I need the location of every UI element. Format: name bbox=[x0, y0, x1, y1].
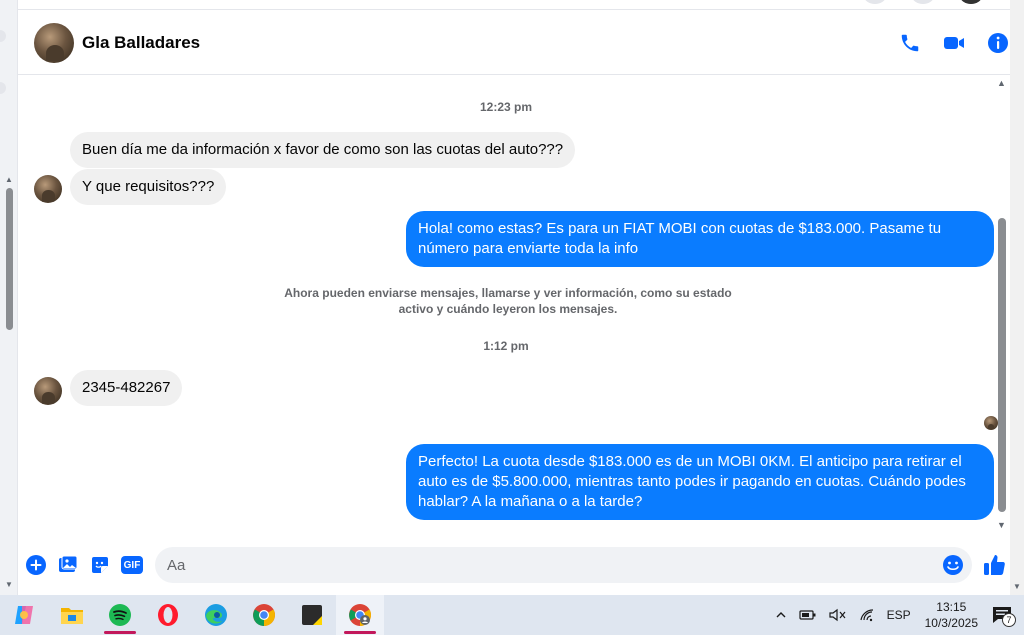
sender-avatar[interactable] bbox=[34, 175, 62, 203]
chevron-up-icon[interactable] bbox=[775, 609, 787, 621]
page-scroll-up-arrow[interactable]: ▲ bbox=[5, 175, 13, 184]
sender-avatar[interactable] bbox=[34, 377, 62, 405]
window-scrollbar[interactable]: ▼ bbox=[1010, 0, 1024, 595]
top-strip bbox=[18, 0, 1024, 10]
outgoing-message[interactable]: Perfecto! La cuota desde $183.000 es de … bbox=[406, 444, 994, 520]
window-scroll-down-arrow[interactable]: ▼ bbox=[1013, 582, 1021, 591]
message-timestamp: 12:23 pm bbox=[479, 100, 533, 114]
contact-avatar[interactable] bbox=[34, 22, 74, 63]
thumbs-up-icon[interactable] bbox=[982, 552, 1008, 578]
chrome-icon[interactable] bbox=[240, 595, 288, 635]
spotify-icon[interactable] bbox=[96, 595, 144, 635]
info-icon[interactable] bbox=[986, 31, 1010, 55]
clock-date: 10/3/2025 bbox=[924, 616, 978, 630]
nav-dot bbox=[0, 30, 6, 42]
notification-count-badge: 7 bbox=[1002, 613, 1016, 627]
phone-icon[interactable] bbox=[898, 31, 922, 55]
chat-scroll-down-arrow[interactable]: ▼ bbox=[997, 520, 1006, 530]
language-indicator[interactable]: ESP bbox=[887, 608, 911, 622]
sticky-notes-icon[interactable] bbox=[288, 595, 336, 635]
file-explorer-icon[interactable] bbox=[48, 595, 96, 635]
top-button-peek[interactable] bbox=[912, 0, 934, 4]
speaker-muted-icon[interactable] bbox=[828, 608, 847, 622]
chrome-profile-icon[interactable] bbox=[336, 595, 384, 635]
battery-plug-icon[interactable] bbox=[798, 608, 817, 622]
taskbar-clock[interactable]: 13:15 10/3/2025 bbox=[925, 599, 978, 631]
photo-icon[interactable] bbox=[57, 554, 79, 576]
message-input-wrapper[interactable] bbox=[155, 547, 972, 583]
sticker-icon[interactable] bbox=[89, 554, 111, 576]
incoming-message[interactable]: 2345-482267 bbox=[70, 370, 183, 406]
gif-icon[interactable]: GIF bbox=[121, 554, 143, 576]
message-composer: GIF bbox=[18, 544, 1010, 586]
emoji-icon[interactable] bbox=[942, 554, 964, 576]
profile-peek[interactable] bbox=[960, 0, 982, 4]
windows-taskbar: ESP 13:15 10/3/2025 7 bbox=[0, 595, 1024, 635]
wifi-icon[interactable] bbox=[859, 608, 875, 622]
clock-time: 13:15 bbox=[936, 600, 967, 614]
message-timestamp: 1:12 pm bbox=[483, 339, 529, 353]
plus-icon[interactable] bbox=[25, 554, 47, 576]
page-scroll-thumb[interactable] bbox=[6, 188, 13, 330]
chat-scrollbar[interactable]: ▲ ▼ bbox=[994, 76, 1010, 532]
message-input[interactable] bbox=[167, 556, 892, 574]
notification-center-icon[interactable]: 7 bbox=[988, 601, 1016, 629]
message-list: 12:23 pm Buen día me da información x fa… bbox=[18, 76, 998, 526]
incoming-message[interactable]: Y que requisitos??? bbox=[70, 169, 227, 205]
chat-scroll-up-arrow[interactable]: ▲ bbox=[997, 78, 1006, 88]
page-left-strip: ▲ ▼ bbox=[0, 0, 18, 595]
copilot-app-icon[interactable] bbox=[0, 595, 48, 635]
edge-icon[interactable] bbox=[192, 595, 240, 635]
page-scroll-down-arrow[interactable]: ▼ bbox=[5, 580, 13, 589]
incoming-message[interactable]: Buen día me da información x favor de co… bbox=[70, 132, 576, 168]
system-notice: Ahora pueden enviarse mensajes, llamarse… bbox=[284, 286, 732, 316]
gif-label: GIF bbox=[123, 559, 141, 571]
chat-header: Gla Balladares bbox=[18, 11, 1010, 75]
header-actions bbox=[898, 31, 1010, 55]
nav-dot bbox=[0, 82, 6, 94]
chat-scroll-thumb[interactable] bbox=[998, 218, 1006, 512]
system-tray: ESP 13:15 10/3/2025 7 bbox=[769, 595, 1024, 635]
contact-name[interactable]: Gla Balladares bbox=[82, 33, 200, 53]
opera-icon[interactable] bbox=[144, 595, 192, 635]
outgoing-message[interactable]: Hola! como estas? Es para un FIAT MOBI c… bbox=[406, 211, 994, 267]
top-button-peek[interactable] bbox=[864, 0, 886, 4]
video-icon[interactable] bbox=[942, 31, 966, 55]
